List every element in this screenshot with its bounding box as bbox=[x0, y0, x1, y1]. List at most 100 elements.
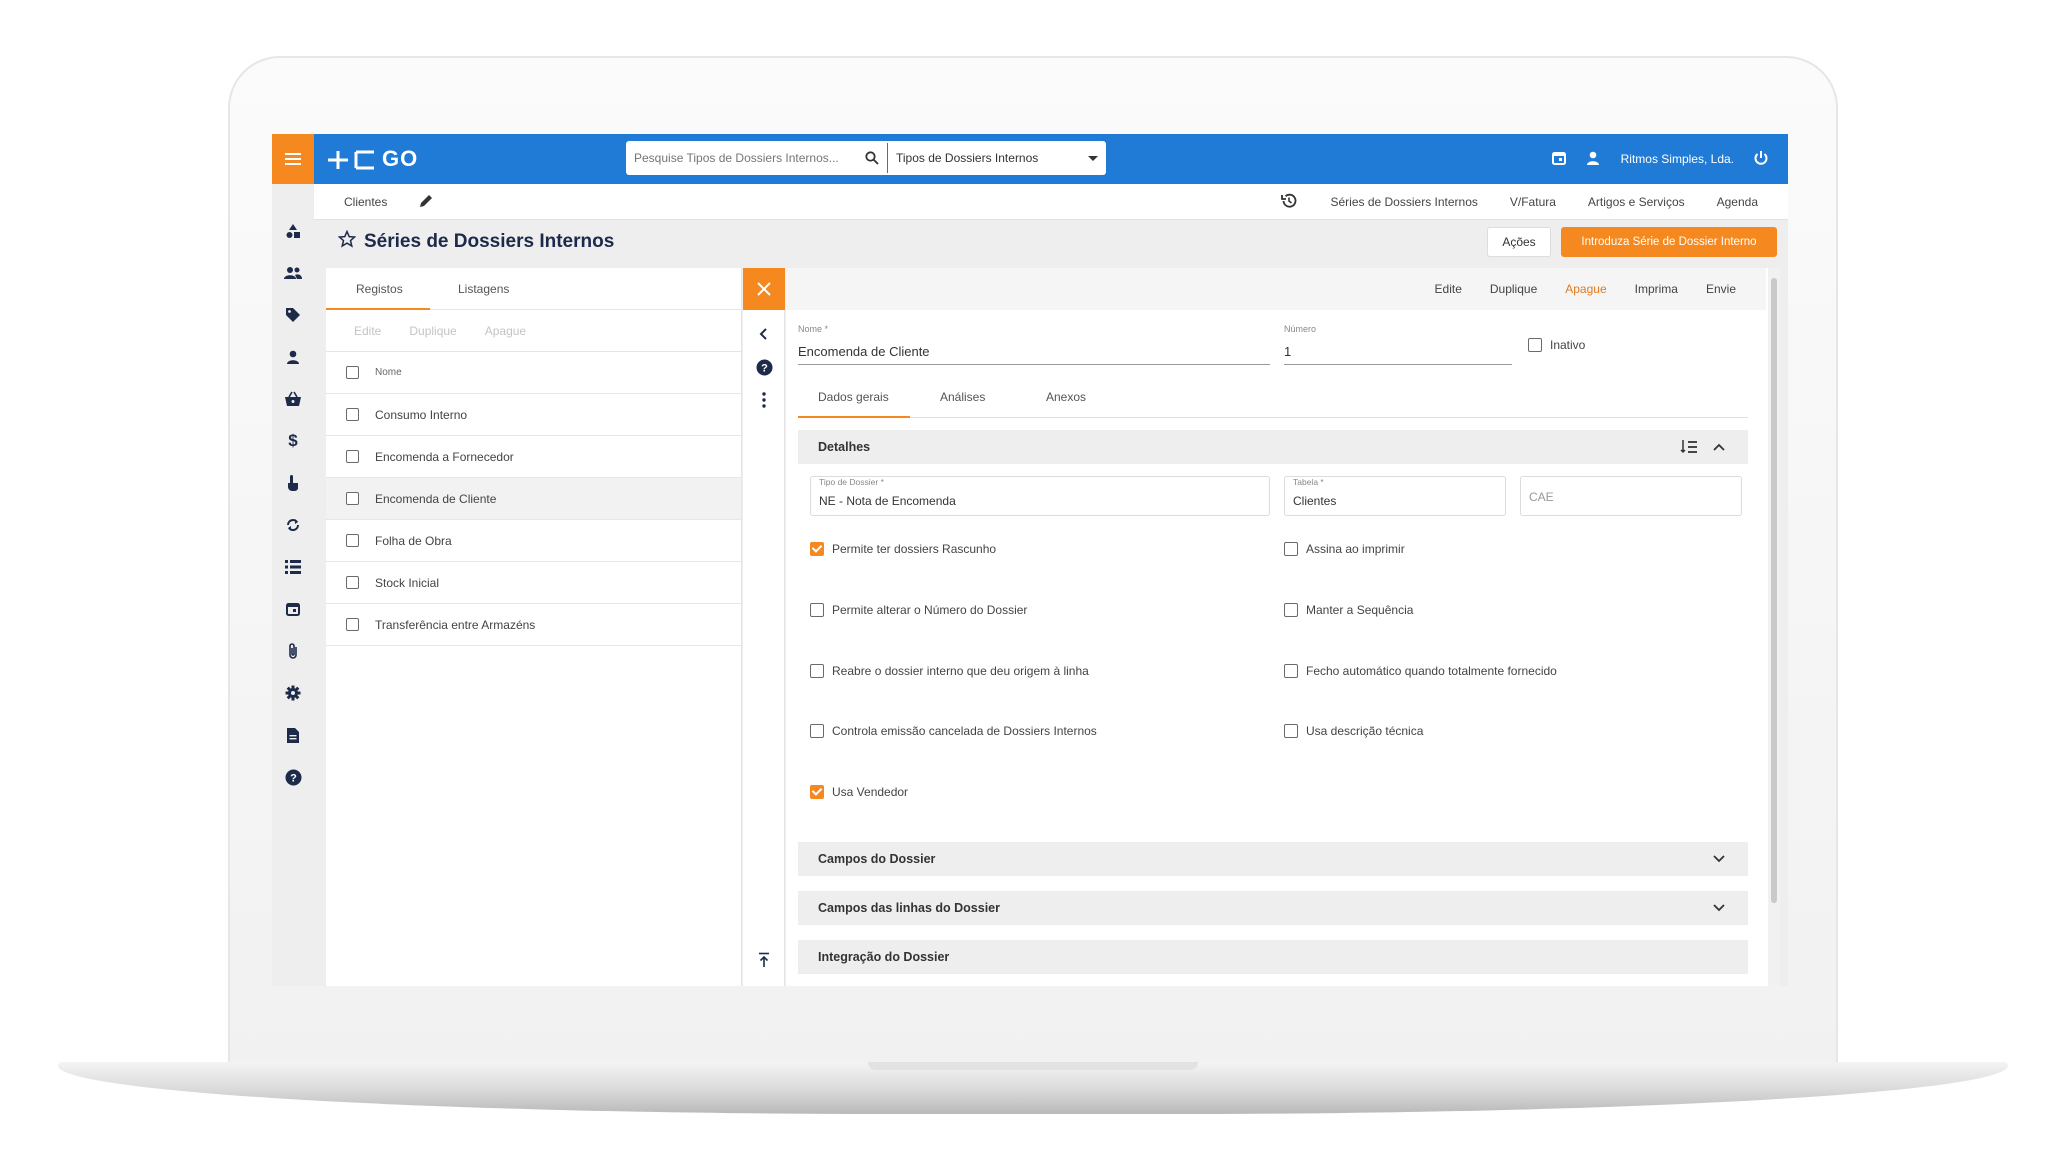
table-row[interactable]: Encomenda a Fornecedor bbox=[326, 436, 741, 478]
column-header-nome[interactable]: Nome bbox=[375, 367, 402, 378]
tab-dados-gerais[interactable]: Dados gerais bbox=[818, 390, 889, 404]
tab-registos[interactable]: Registos bbox=[356, 282, 403, 296]
chevron-up-icon[interactable] bbox=[1710, 438, 1728, 456]
shapes-icon[interactable] bbox=[283, 221, 303, 241]
row-checkbox[interactable] bbox=[346, 450, 359, 463]
company-name[interactable]: Ritmos Simples, Lda. bbox=[1621, 152, 1734, 166]
search-input[interactable] bbox=[634, 143, 857, 173]
row-checkbox[interactable] bbox=[346, 618, 359, 631]
more-vertical-icon[interactable] bbox=[754, 390, 774, 410]
close-icon[interactable] bbox=[743, 268, 785, 310]
search-icon[interactable] bbox=[857, 143, 887, 173]
section-detalhes[interactable]: Detalhes bbox=[798, 430, 1748, 464]
tipo-dossier-field[interactable]: Tipo de Dossier * NE - Nota de Encomenda bbox=[810, 476, 1270, 516]
dollar-icon[interactable]: $ bbox=[283, 431, 303, 451]
row-checkbox[interactable] bbox=[346, 576, 359, 589]
quick-link-vfatura[interactable]: V/Fatura bbox=[1510, 195, 1556, 209]
section-campos-dossier[interactable]: Campos do Dossier bbox=[798, 842, 1748, 876]
chevron-down-icon[interactable] bbox=[1710, 850, 1728, 868]
person-icon[interactable] bbox=[283, 347, 303, 367]
numero-field[interactable]: 1 bbox=[1284, 344, 1291, 359]
edit-button[interactable]: Edite bbox=[1435, 282, 1462, 296]
section-campos-linhas[interactable]: Campos das linhas do Dossier bbox=[798, 891, 1748, 925]
tab-listagens[interactable]: Listagens bbox=[458, 282, 509, 296]
scroll-top-icon[interactable] bbox=[754, 950, 774, 970]
quick-link-agenda[interactable]: Agenda bbox=[1717, 195, 1758, 209]
row-label[interactable]: Transferência entre Armazéns bbox=[375, 618, 535, 632]
row-checkbox[interactable] bbox=[346, 408, 359, 421]
option-checkbox[interactable] bbox=[810, 542, 824, 556]
delete-button[interactable]: Apague bbox=[1565, 282, 1606, 296]
row-label[interactable]: Folha de Obra bbox=[375, 534, 452, 548]
select-all-checkbox[interactable] bbox=[346, 366, 359, 379]
cae-field[interactable]: CAE bbox=[1520, 476, 1742, 516]
nome-field[interactable]: Encomenda de Cliente bbox=[798, 344, 930, 359]
row-label[interactable]: Encomenda de Cliente bbox=[375, 492, 496, 506]
power-icon[interactable] bbox=[1752, 149, 1770, 170]
list-icon[interactable] bbox=[283, 557, 303, 577]
option-checkbox[interactable] bbox=[1284, 542, 1298, 556]
menu-button[interactable] bbox=[272, 134, 314, 184]
send-button[interactable]: Envie bbox=[1706, 282, 1736, 296]
paperclip-icon[interactable] bbox=[283, 641, 303, 661]
option-vendedor[interactable]: Usa Vendedor bbox=[810, 785, 908, 799]
section-integracao[interactable]: Integração do Dossier bbox=[798, 940, 1748, 974]
scrollbar-thumb[interactable] bbox=[1771, 278, 1777, 903]
pencil-icon[interactable] bbox=[418, 193, 434, 212]
option-rascunho[interactable]: Permite ter dossiers Rascunho bbox=[810, 542, 996, 556]
users-icon[interactable] bbox=[283, 263, 303, 283]
chevron-down-icon[interactable] bbox=[1710, 899, 1728, 917]
option-controla-emissao[interactable]: Controla emissão cancelada de Dossiers I… bbox=[810, 724, 1097, 738]
row-label[interactable]: Encomenda a Fornecedor bbox=[375, 450, 514, 464]
option-checkbox[interactable] bbox=[1284, 664, 1298, 678]
help-icon[interactable]: ? bbox=[754, 357, 774, 377]
option-descricao-tecnica[interactable]: Usa descrição técnica bbox=[1284, 724, 1423, 738]
tag-icon[interactable] bbox=[283, 305, 303, 325]
option-checkbox[interactable] bbox=[1284, 603, 1298, 617]
document-icon[interactable] bbox=[283, 725, 303, 745]
duplicate-button[interactable]: Duplique bbox=[1490, 282, 1537, 296]
print-button[interactable]: Imprima bbox=[1635, 282, 1678, 296]
hand-pointer-icon[interactable] bbox=[283, 473, 303, 493]
tabela-field[interactable]: Tabela * Clientes bbox=[1284, 476, 1506, 516]
star-icon[interactable] bbox=[337, 229, 357, 254]
list-edit-button[interactable]: Edite bbox=[354, 324, 381, 338]
option-assina[interactable]: Assina ao imprimir bbox=[1284, 542, 1405, 556]
basket-icon[interactable] bbox=[283, 389, 303, 409]
detail-scrollbar[interactable] bbox=[1768, 268, 1780, 986]
help-icon[interactable]: ? bbox=[283, 767, 303, 787]
table-row[interactable]: Consumo Interno bbox=[326, 394, 741, 436]
row-checkbox[interactable] bbox=[346, 534, 359, 547]
history-icon[interactable] bbox=[1280, 192, 1298, 213]
option-reabre[interactable]: Reabre o dossier interno que deu origem … bbox=[810, 664, 1089, 678]
quick-link-series[interactable]: Séries de Dossiers Internos bbox=[1330, 195, 1477, 209]
list-order-icon[interactable] bbox=[1680, 439, 1698, 458]
option-checkbox[interactable] bbox=[1284, 724, 1298, 738]
new-series-button[interactable]: Introduza Série de Dossier Interno bbox=[1561, 227, 1777, 257]
tab-analises[interactable]: Análises bbox=[940, 390, 985, 404]
row-label[interactable]: Stock Inicial bbox=[375, 576, 439, 590]
table-row[interactable]: Folha de Obra bbox=[326, 520, 741, 562]
breadcrumb[interactable]: Clientes bbox=[344, 195, 387, 209]
actions-button[interactable]: Ações bbox=[1487, 227, 1551, 257]
option-fecho[interactable]: Fecho automático quando totalmente forne… bbox=[1284, 664, 1557, 678]
quick-link-artigos[interactable]: Artigos e Serviços bbox=[1588, 195, 1685, 209]
inativo-checkbox-box[interactable] bbox=[1528, 338, 1542, 352]
inativo-checkbox[interactable]: Inativo bbox=[1528, 338, 1585, 352]
list-delete-button[interactable]: Apague bbox=[485, 324, 526, 338]
calendar-icon[interactable] bbox=[283, 599, 303, 619]
sync-icon[interactable] bbox=[283, 515, 303, 535]
table-row-selected[interactable]: Encomenda de Cliente bbox=[326, 478, 741, 520]
row-checkbox[interactable] bbox=[346, 492, 359, 505]
gear-icon[interactable] bbox=[283, 683, 303, 703]
chevron-left-icon[interactable] bbox=[754, 324, 774, 344]
search-scope-select[interactable]: Tipos de Dossiers Internos bbox=[888, 143, 1106, 173]
option-checkbox[interactable] bbox=[810, 603, 824, 617]
calendar-icon[interactable] bbox=[1551, 150, 1567, 169]
option-checkbox[interactable] bbox=[810, 664, 824, 678]
row-label[interactable]: Consumo Interno bbox=[375, 408, 467, 422]
table-row[interactable]: Transferência entre Armazéns bbox=[326, 604, 741, 646]
list-duplicate-button[interactable]: Duplique bbox=[409, 324, 456, 338]
table-row[interactable]: Stock Inicial bbox=[326, 562, 741, 604]
option-alterar-numero[interactable]: Permite alterar o Número do Dossier bbox=[810, 603, 1027, 617]
